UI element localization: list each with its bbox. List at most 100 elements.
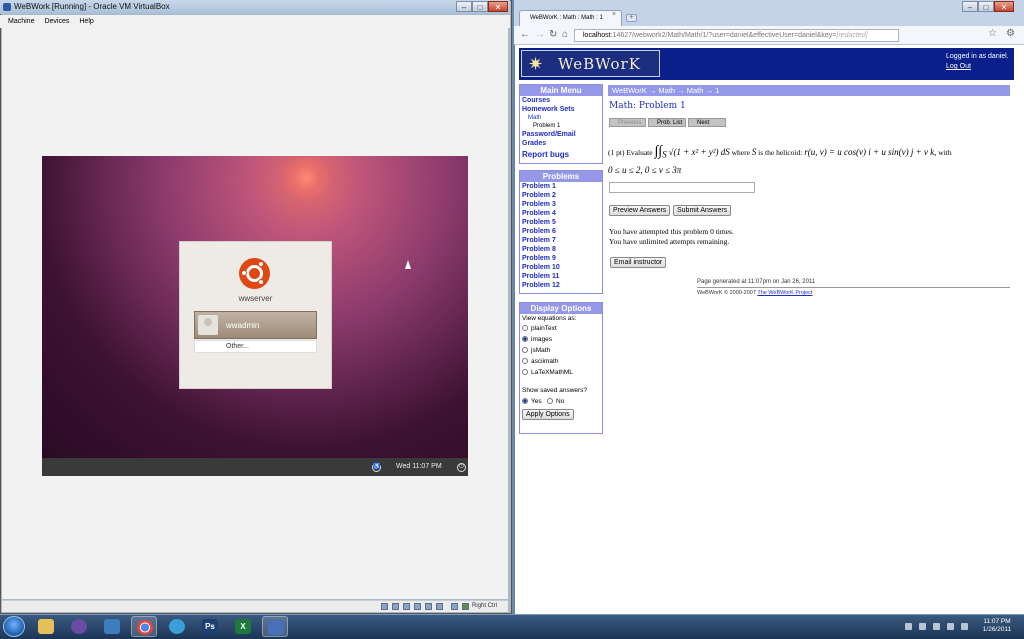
taskbar-itunes[interactable] [164,616,190,637]
close-button[interactable]: ✕ [488,1,508,12]
webwork-logo[interactable]: ✷ WeBWorK [521,50,660,77]
reload-icon[interactable]: ↻ [549,29,557,41]
other-user-label: Other... [226,343,249,350]
avatar-icon [198,315,218,335]
courses-link[interactable]: Courses [522,97,550,104]
system-clock[interactable]: 11:07 PM 1/26/2011 [974,618,1020,634]
problem-link-7[interactable]: Problem 7 [522,237,556,244]
chrome-maximize-button[interactable]: □ [978,1,994,12]
network-icon[interactable] [414,603,421,610]
page-title: Math: Problem 1 [609,101,686,111]
home-icon[interactable]: ⌂ [562,29,568,41]
integral-region: S [662,149,667,160]
next-button[interactable]: Next [688,118,726,127]
harddisk-icon[interactable] [381,603,388,610]
address-bar[interactable]: localhost:14627/webwork2/Math/Math/1/?us… [574,29,899,42]
email-instructor-button[interactable]: Email instructor [610,257,667,268]
taskbar-explorer[interactable] [33,616,59,637]
taskbar-app-purple[interactable] [66,616,92,637]
bookmark-star-icon[interactable]: ☆ [988,28,997,39]
wrench-menu-icon[interactable]: ⚙ [1006,28,1015,39]
problem-link-10[interactable]: Problem 10 [522,264,560,271]
mouse-integration-icon[interactable] [451,603,458,610]
preview-answers-button[interactable]: Preview Answers [609,205,671,216]
radio-yes[interactable] [522,398,528,404]
mode-option-asciimath[interactable]: asciimath [522,358,558,365]
tray-network-icon[interactable] [933,623,940,630]
homework-sets-link[interactable]: Homework Sets [522,106,575,113]
other-user-item[interactable] [194,340,317,353]
problem-link-5[interactable]: Problem 5 [522,219,556,226]
problem-link-8[interactable]: Problem 8 [522,246,556,253]
chrome-close-button[interactable]: ✕ [994,1,1014,12]
taskbar-excel[interactable]: X [230,616,256,637]
virtualbox-taskbar-icon [268,620,284,635]
report-bugs-link[interactable]: Report bugs [522,150,569,159]
answer-input[interactable] [609,182,755,193]
grades-link[interactable]: Grades [522,140,546,147]
problem-link-11[interactable]: Problem 11 [522,273,559,280]
prob-list-button[interactable]: Prob. List [648,118,686,127]
menu-devices[interactable]: Devices [44,15,69,28]
radio-no[interactable] [547,398,553,404]
apply-options-button[interactable]: Apply Options [522,409,574,420]
mouse-cursor-icon [405,260,411,269]
mode-option-plaintext[interactable]: plainText [522,325,557,332]
radio-jsmath[interactable] [522,347,528,353]
saved-yes-option[interactable]: Yes [522,398,542,405]
tray-volume-icon[interactable] [947,623,954,630]
tab-close-icon[interactable]: × [612,11,616,18]
chrome-minimize-button[interactable]: – [962,1,978,12]
forward-icon[interactable]: → [535,29,545,41]
menu-help[interactable]: Help [79,15,93,28]
usb-icon[interactable] [403,603,410,610]
radio-asciimath[interactable] [522,358,528,364]
browser-tab[interactable]: WeBWorK : Math : Math : 1 [519,10,622,26]
accessibility-icon[interactable]: ♿ [372,463,381,472]
photoshop-icon: Ps [202,619,218,634]
problem-link-1[interactable]: Problem 1 [522,183,556,190]
power-icon[interactable]: ⏻ [457,463,466,472]
problem-link-9[interactable]: Problem 9 [522,255,556,262]
mode-option-jsmath[interactable]: jsMath [522,347,550,354]
password-email-link[interactable]: Password/Email [522,131,576,138]
tray-expand-icon[interactable] [905,623,912,630]
cdrom-icon[interactable] [392,603,399,610]
host-key-label: Right Ctrl [472,603,498,609]
tray-flag-icon[interactable] [919,623,926,630]
problem-link-3[interactable]: Problem 3 [522,201,556,208]
radio-latexmathml[interactable] [522,369,528,375]
taskbar-chrome[interactable] [131,616,157,637]
math-set-link[interactable]: Math [528,115,541,121]
start-button[interactable] [3,616,25,637]
mode-option-latexmathml[interactable]: LaTeXMathML [522,369,573,376]
maximize-button[interactable]: □ [472,1,488,12]
tray-power-icon[interactable] [961,623,968,630]
submit-answers-button[interactable]: Submit Answers [673,205,732,216]
problem-link-2[interactable]: Problem 2 [522,192,556,199]
radio-plaintext[interactable] [522,325,528,331]
back-icon[interactable]: ← [520,29,530,41]
menu-machine[interactable]: Machine [8,15,34,28]
problem-link-4[interactable]: Problem 4 [522,210,556,217]
keyboard-capture-icon[interactable] [462,603,469,610]
saved-no-option[interactable]: No [547,398,564,405]
capture-icon[interactable] [436,603,443,610]
taskbar-photoshop[interactable]: Ps [197,616,223,637]
virtualbox-titlebar[interactable]: WeBWork [Running] - Oracle VM VirtualBox… [0,0,510,14]
problem-link-12[interactable]: Problem 12 [522,282,560,289]
minimize-button[interactable]: – [456,1,472,12]
radio-images[interactable] [522,336,528,342]
problem-link-6[interactable]: Problem 6 [522,228,556,235]
shared-folders-icon[interactable] [425,603,432,610]
url-path: :14627/webwork2/Math/Math/1/?user=daniel… [610,32,837,39]
taskbar-app-blue[interactable] [99,616,125,637]
taskbar-virtualbox[interactable] [262,616,288,637]
log-out-link[interactable]: Log Out [946,63,971,70]
webwork-project-link[interactable]: The WeBWorK Project [757,290,812,296]
new-tab-button[interactable]: + [626,14,637,22]
previous-button[interactable]: Previous [609,118,646,127]
virtualbox-title: WeBWork [Running] - Oracle VM VirtualBox [14,2,170,11]
mode-option-images[interactable]: images [522,336,552,343]
breadcrumb: WeBWorK → Math → Math → 1 [608,85,1010,96]
